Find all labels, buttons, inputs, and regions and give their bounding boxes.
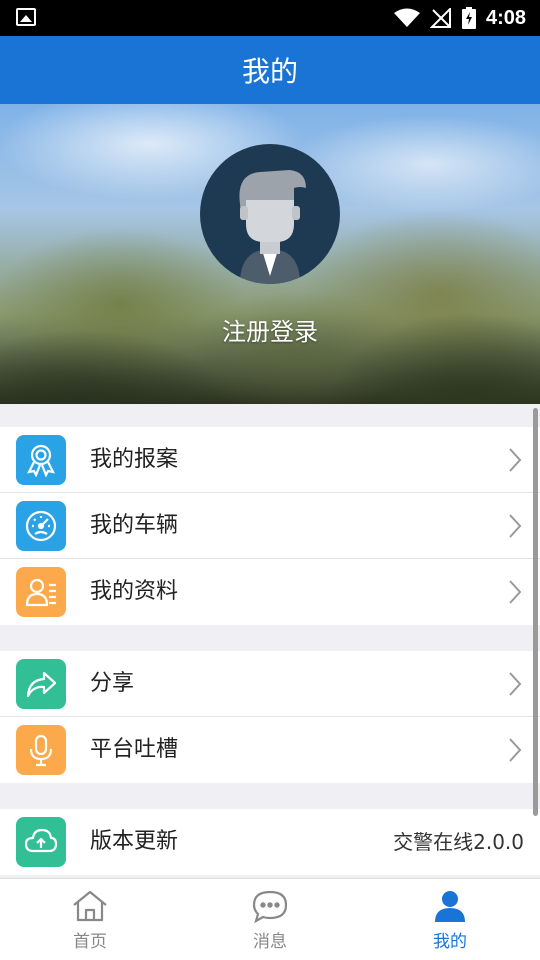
- microphone-icon: [16, 725, 66, 775]
- home-icon: [73, 890, 107, 922]
- menu-label: 平台吐槽: [90, 737, 179, 762]
- menu-item-my-vehicles[interactable]: 我的车辆: [0, 493, 540, 559]
- scrollbar[interactable]: [533, 408, 538, 816]
- menu-label: 版本更新: [90, 829, 179, 854]
- menu-group-about: 版本更新 交警在线2.0.0: [0, 809, 540, 875]
- menu-label: 分享: [90, 671, 135, 696]
- default-avatar-icon: [239, 170, 306, 284]
- tab-label: 我的: [433, 932, 467, 952]
- chevron-right-icon: [509, 672, 522, 696]
- menu-item-my-profile[interactable]: 我的资料: [0, 559, 540, 625]
- no-signal-icon: [429, 8, 451, 28]
- bottom-tab-bar: 首页 消息 我的: [0, 878, 540, 960]
- status-bar: 4:08: [0, 0, 540, 36]
- tab-messages[interactable]: 消息: [180, 879, 360, 960]
- profile-card-icon: [16, 567, 66, 617]
- menu-item-version-update[interactable]: 版本更新 交警在线2.0.0: [0, 809, 540, 875]
- avatar[interactable]: [200, 144, 340, 284]
- chevron-right-icon: [509, 580, 522, 604]
- menu-label: 我的车辆: [90, 513, 179, 538]
- login-register-link[interactable]: 注册登录: [0, 312, 540, 347]
- speedometer-icon: [16, 501, 66, 551]
- chevron-right-icon: [509, 738, 522, 762]
- profile-header: 注册登录: [0, 104, 540, 404]
- menu-item-feedback[interactable]: 平台吐槽: [0, 717, 540, 783]
- page-title: 我的: [241, 55, 298, 88]
- tab-label: 消息: [253, 932, 287, 952]
- battery-charging-icon: [461, 7, 476, 29]
- chevron-right-icon: [509, 448, 522, 472]
- cloud-upload-icon: [16, 817, 66, 867]
- tab-mine[interactable]: 我的: [360, 879, 540, 960]
- award-ribbon-icon: [16, 435, 66, 485]
- user-icon: [435, 891, 465, 922]
- menu-item-my-reports[interactable]: 我的报案: [0, 427, 540, 493]
- share-arrow-icon: [16, 659, 66, 709]
- app-version-value: 交警在线2.0.0: [393, 830, 524, 854]
- chat-bubble-icon: [252, 890, 288, 923]
- tab-label: 首页: [73, 932, 107, 952]
- wifi-icon: [393, 8, 420, 27]
- status-time: 4:08: [485, 6, 526, 29]
- menu-item-share[interactable]: 分享: [0, 651, 540, 717]
- menu-group-social: 分享 平台吐槽: [0, 651, 540, 783]
- chevron-right-icon: [509, 514, 522, 538]
- tab-home[interactable]: 首页: [0, 879, 180, 960]
- menu-label: 我的报案: [90, 447, 179, 472]
- menu-group-personal: 我的报案 我的车辆 我的资料: [0, 427, 540, 625]
- gallery-notification-icon: [16, 8, 36, 26]
- title-bar: 我的: [0, 36, 540, 104]
- menu-label: 我的资料: [90, 579, 179, 604]
